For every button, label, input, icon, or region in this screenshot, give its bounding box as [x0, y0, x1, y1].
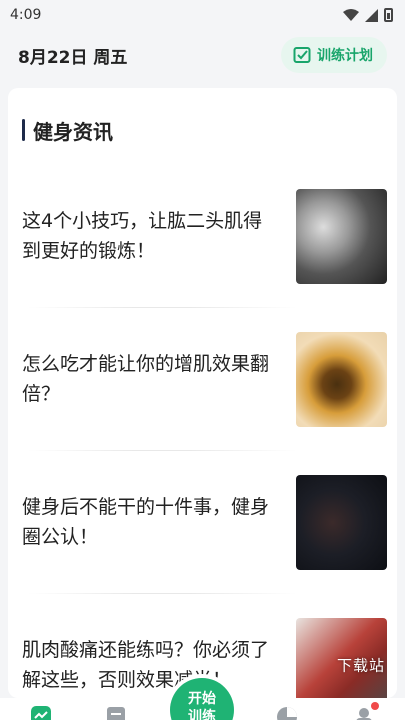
article-item[interactable]: 健身后不能干的十件事，健身圈公认！ [8, 451, 397, 593]
article-title: 怎么吃才能让你的增肌效果翻倍？ [22, 353, 270, 405]
tab-stats-icon[interactable] [276, 704, 298, 720]
battery-icon [384, 8, 393, 22]
status-time: 4:09 [10, 7, 42, 23]
article-title: 健身后不能干的十件事，健身圈公认！ [22, 496, 270, 548]
news-card: 健身资讯 这4个小技巧，让肱二头肌得到更好的锻炼！ 怎么吃才能让你的增肌效果翻倍… [8, 88, 397, 698]
watermark-text: 下载站 [336, 656, 385, 675]
training-plan-label: 训练计划 [317, 48, 373, 64]
article-list: 这4个小技巧，让肱二头肌得到更好的锻炼！ 怎么吃才能让你的增肌效果翻倍？ 健身后… [8, 165, 397, 698]
date-label: 8月22日 周五 [18, 47, 128, 68]
checklist-icon [293, 47, 311, 63]
section-title: 健身资讯 [33, 119, 113, 144]
article-thumbnail [296, 188, 387, 284]
status-bar: 4:09 [0, 0, 405, 30]
article-title: 肌肉酸痛还能练吗？你必须了解这些，否则效果减半！ [22, 639, 270, 691]
tab-home-icon[interactable] [30, 704, 52, 720]
status-icons [343, 8, 393, 22]
article-item[interactable]: 怎么吃才能让你的增肌效果翻倍？ [8, 308, 397, 450]
training-plan-button[interactable]: 训练计划 [281, 37, 387, 73]
start-label-line1: 开始 [188, 691, 216, 707]
section-header: 健身资讯 [22, 115, 397, 145]
start-label-line2: 训练 [188, 709, 216, 720]
article-thumbnail: 下载站 [296, 617, 387, 698]
header: 8月22日 周五 训练计划 [0, 30, 405, 80]
wifi-icon [343, 9, 359, 21]
article-title: 这4个小技巧，让肱二头肌得到更好的锻炼！ [22, 210, 263, 262]
notification-dot [371, 702, 379, 710]
title-accent-bar [22, 119, 25, 141]
article-thumbnail [296, 331, 387, 427]
tab-calendar-icon[interactable] [105, 704, 127, 720]
article-item[interactable]: 这4个小技巧，让肱二头肌得到更好的锻炼！ [8, 165, 397, 307]
signal-icon [365, 8, 378, 22]
article-thumbnail [296, 474, 387, 570]
